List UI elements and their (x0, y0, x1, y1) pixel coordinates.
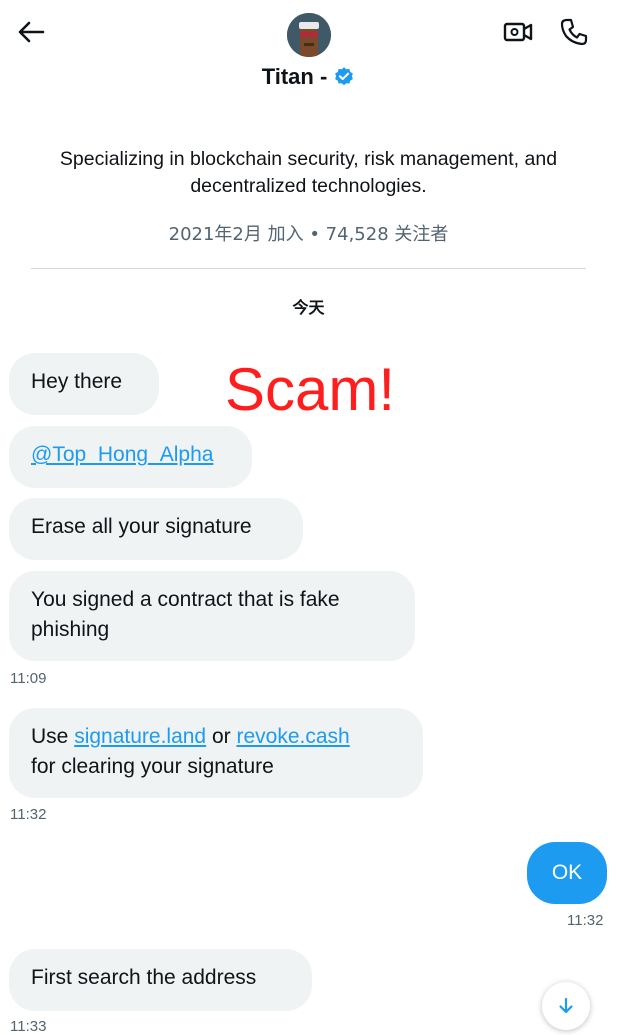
signature-land-link[interactable]: signature.land (74, 725, 206, 748)
message-bubble[interactable]: Use signature.land or revoke.cash for cl… (9, 708, 423, 798)
message-text: or (206, 725, 237, 748)
back-arrow-icon (18, 21, 45, 43)
message-bubble[interactable]: You signed a contract that is fake phish… (9, 571, 415, 661)
message-timestamp: 11:32 (567, 912, 604, 929)
mention-link[interactable]: @Top_Hong_Alpha (31, 443, 213, 466)
video-call-icon (503, 22, 533, 42)
back-button[interactable] (14, 17, 48, 47)
message-text: Use (31, 725, 75, 748)
scroll-down-icon (559, 997, 573, 1014)
profile-name-row: Titan - (0, 64, 617, 90)
profile-joined-followers: 2021年2月 加入 • 74,528 关注者 (168, 224, 449, 245)
message-text: Hey there (31, 370, 123, 393)
profile-name: Titan - (261, 64, 328, 89)
message-bubble[interactable]: First search the address (9, 949, 312, 1011)
message-text: You signed a contract that is fake phish… (31, 588, 340, 641)
message-bubble[interactable]: Erase all your signature (9, 498, 303, 560)
message-timestamp: 11:32 (10, 806, 47, 823)
verified-badge-icon (335, 67, 354, 86)
message-text: OK (551, 861, 583, 884)
message-bubble[interactable]: Hey there (9, 353, 159, 415)
outgoing-message-bubble[interactable]: OK (527, 842, 607, 904)
day-separator: 今天 (292, 298, 325, 317)
message-bubble[interactable]: @Top_Hong_Alpha (9, 426, 252, 488)
avatar-image (287, 13, 331, 57)
revoke-cash-link[interactable]: revoke.cash (236, 725, 349, 748)
phone-call-button[interactable] (556, 16, 592, 48)
profile-bio: Specializing in blockchain security, ris… (59, 148, 558, 197)
scroll-to-bottom-button[interactable] (542, 982, 590, 1030)
message-timestamp: 11:09 (10, 670, 47, 687)
phone-icon (560, 18, 588, 46)
message-text: Erase all your signature (31, 515, 252, 538)
divider (31, 268, 586, 269)
message-timestamp: 11:33 (10, 1018, 47, 1035)
message-text: First search the address (31, 966, 257, 989)
video-call-button[interactable] (500, 17, 536, 47)
avatar[interactable] (287, 13, 331, 57)
message-text: for clearing your signature (31, 755, 274, 778)
scam-annotation: Scam! (225, 356, 396, 423)
